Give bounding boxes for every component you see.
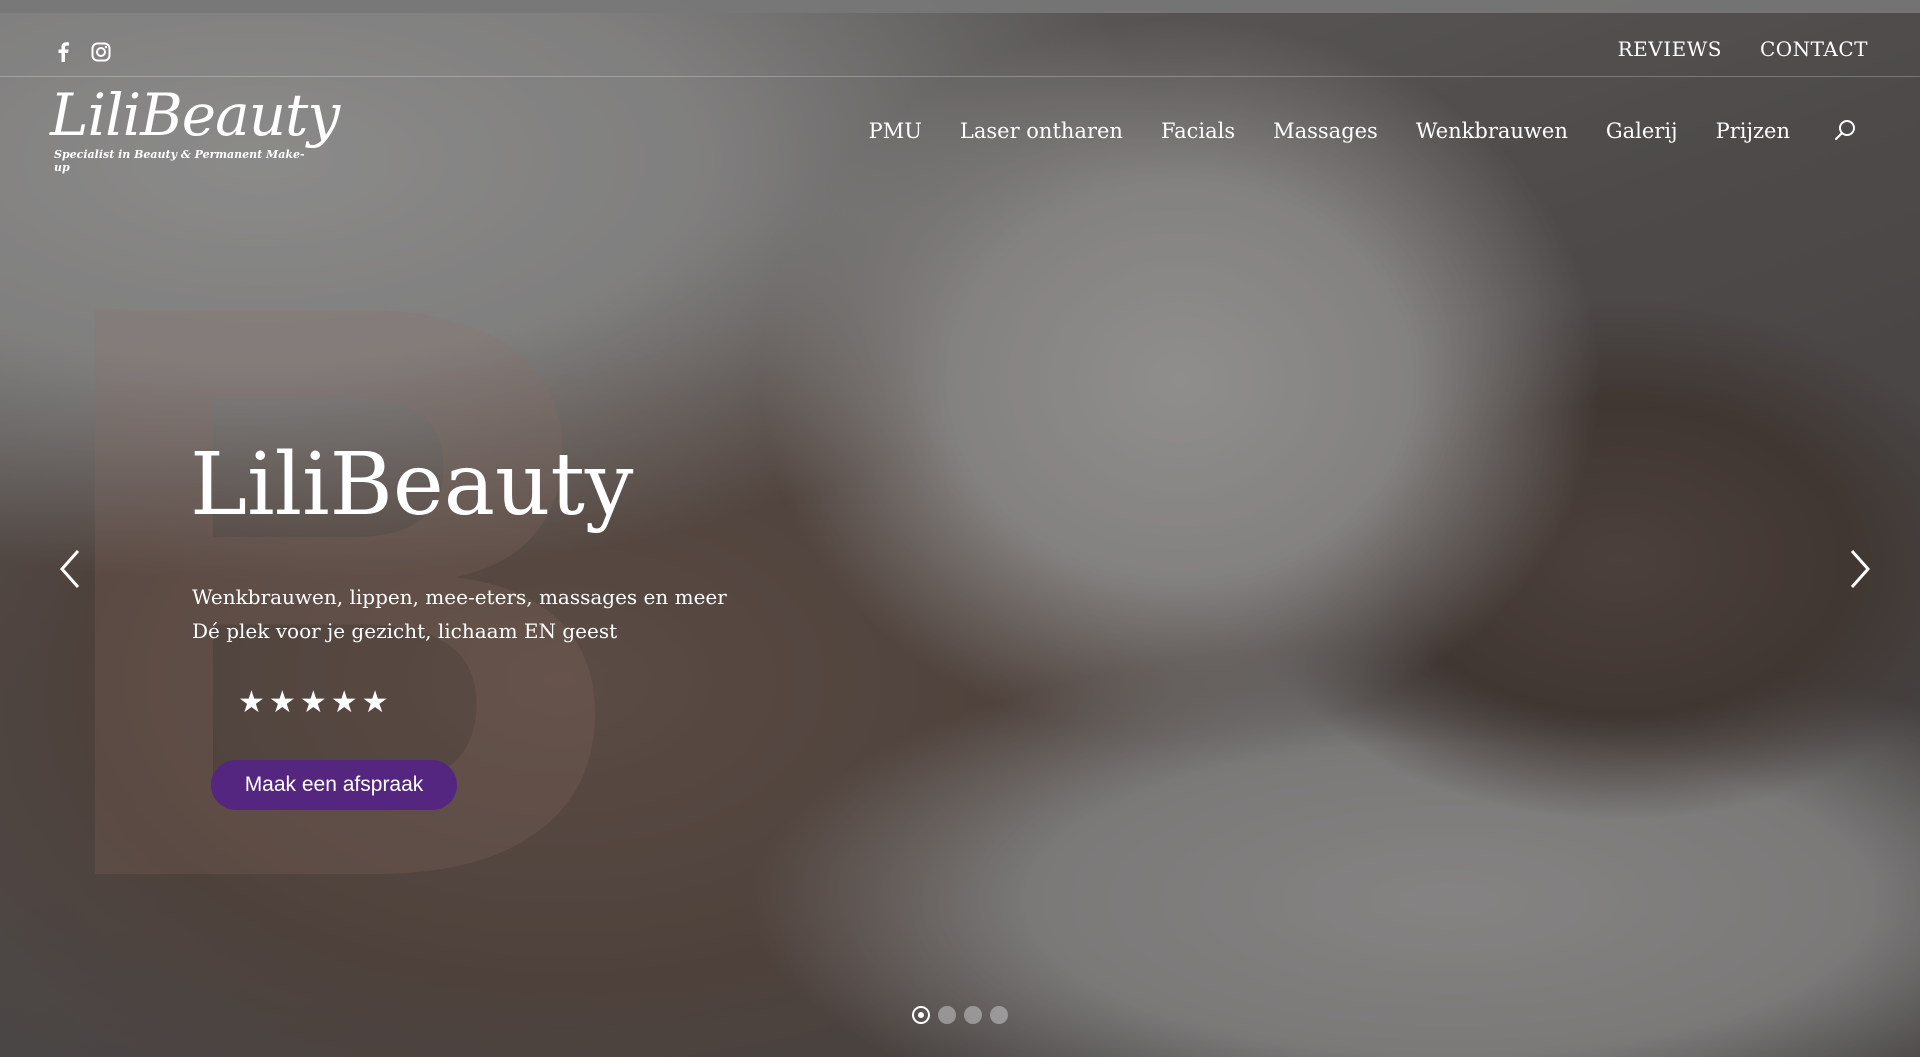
facebook-icon[interactable] bbox=[52, 41, 74, 63]
hero-subtitle-line-1: Wenkbrauwen, lippen, mee-eters, massages… bbox=[192, 585, 727, 609]
hero-subtitle-line-2: Dé plek voor je gezicht, lichaam EN gees… bbox=[192, 619, 618, 643]
nav-item-prijzen[interactable]: Prijzen bbox=[1716, 119, 1790, 143]
logo-tagline: Specialist in Beauty & Permanent Make-up bbox=[54, 148, 305, 174]
slider-dot-3[interactable] bbox=[964, 1006, 982, 1024]
star-icon: ★ bbox=[238, 685, 265, 720]
logo-name: LiliBeauty bbox=[50, 81, 340, 149]
nav-item-pmu[interactable]: PMU bbox=[869, 119, 922, 143]
hero-title: LiliBeauty bbox=[190, 435, 634, 535]
nav-item-galerij[interactable]: Galerij bbox=[1606, 119, 1678, 143]
top-bar: REVIEWS CONTACT bbox=[0, 0, 1920, 77]
star-icon: ★ bbox=[361, 685, 389, 720]
slider-pagination bbox=[912, 1006, 1008, 1024]
contact-link[interactable]: CONTACT bbox=[1760, 37, 1868, 61]
chevron-right-icon bbox=[1850, 550, 1871, 588]
main-nav: PMU Laser ontharen Facials Massages Wenk… bbox=[869, 118, 1860, 144]
slider-dot-4[interactable] bbox=[990, 1006, 1008, 1024]
social-links bbox=[52, 41, 112, 63]
star-icon: ★ bbox=[268, 685, 296, 720]
nav-item-laser-ontharen[interactable]: Laser ontharen bbox=[960, 119, 1123, 143]
hero-subtitle: Wenkbrauwen, lippen, mee-eters, massages… bbox=[192, 580, 727, 648]
site-logo[interactable]: LiliBeauty Specialist in Beauty & Perman… bbox=[50, 81, 340, 174]
nav-item-massages[interactable]: Massages bbox=[1273, 119, 1378, 143]
star-rating: ★ ★ ★ ★ ★ bbox=[238, 688, 389, 718]
reviews-link[interactable]: REVIEWS bbox=[1618, 37, 1722, 61]
top-links: REVIEWS CONTACT bbox=[1618, 37, 1868, 61]
star-icon: ★ bbox=[330, 685, 358, 720]
slider-dot-1[interactable] bbox=[912, 1006, 930, 1024]
chevron-left-icon bbox=[59, 550, 80, 588]
instagram-icon[interactable] bbox=[90, 41, 112, 63]
star-icon: ★ bbox=[299, 685, 327, 720]
book-appointment-button[interactable]: Maak een afspraak bbox=[211, 760, 457, 810]
nav-item-facials[interactable]: Facials bbox=[1161, 119, 1235, 143]
slider-next-button[interactable] bbox=[1842, 546, 1878, 592]
nav-item-wenkbrauwen[interactable]: Wenkbrauwen bbox=[1416, 119, 1568, 143]
search-icon[interactable] bbox=[1834, 118, 1860, 144]
slider-prev-button[interactable] bbox=[52, 546, 88, 592]
slider-dot-2[interactable] bbox=[938, 1006, 956, 1024]
